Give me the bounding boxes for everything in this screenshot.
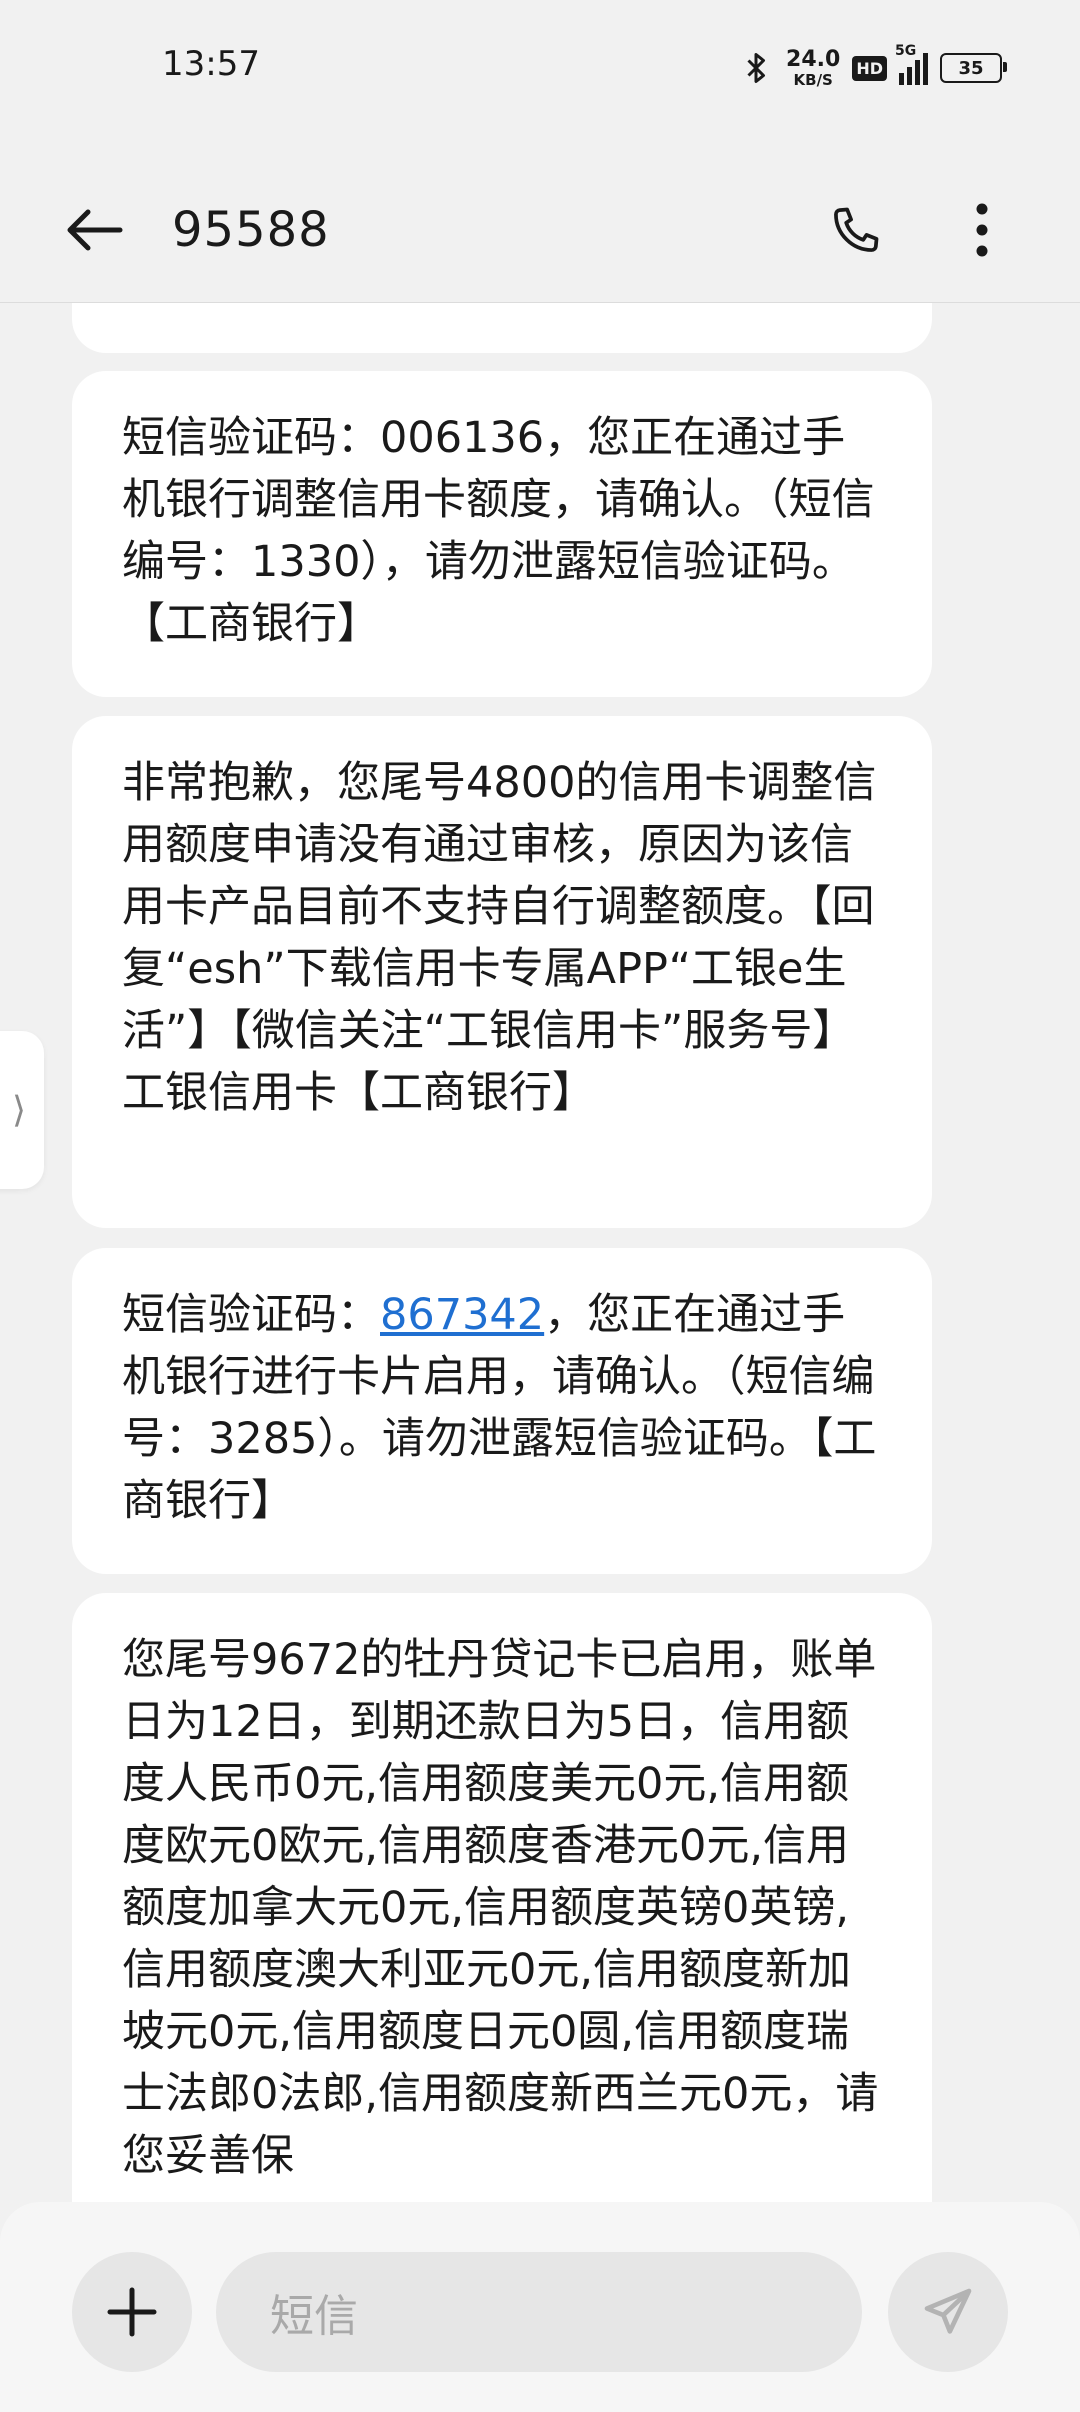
battery-icon: 35 xyxy=(940,53,1007,83)
send-button[interactable] xyxy=(888,2252,1008,2372)
message-bubble[interactable]: 短信验证码：867342，您正在通过手机银行进行卡片启用，请确认。（短信编号：3… xyxy=(72,1248,932,1574)
bluetooth-icon xyxy=(747,53,766,83)
message-text: 短信验证码： xyxy=(122,1290,380,1340)
verification-code-link[interactable]: 867342 xyxy=(380,1290,544,1340)
status-bar: 13:57 24.0 KB/S HD 5G 35 xyxy=(0,0,1080,140)
network-speed-unit: KB/S xyxy=(793,70,833,89)
message-bubble[interactable]: 短信验证码：006136，您正在通过手机银行调整信用卡额度，请确认。（短信编号：… xyxy=(72,371,932,697)
message-input[interactable]: 短信 xyxy=(216,2252,862,2372)
signal-icon: 5G xyxy=(895,43,928,85)
plus-icon xyxy=(107,2287,157,2337)
message-list[interactable]: 短信验证码：006136，您正在通过手机银行调整信用卡额度，请确认。（短信编号：… xyxy=(0,303,1080,2203)
side-panel-handle[interactable]: ⟩ xyxy=(0,1031,44,1189)
send-icon xyxy=(924,2288,972,2334)
message-text: 短信验证码：006136，您正在通过手机银行调整信用卡额度，请确认。（短信编号：… xyxy=(122,413,875,649)
status-time: 13:57 xyxy=(162,44,260,84)
network-speed: 24.0 KB/S xyxy=(786,46,841,89)
chevron-right-icon: ⟩ xyxy=(11,1089,27,1131)
message-bubble-partial[interactable] xyxy=(72,303,932,353)
message-text: 您尾号9672的牡丹贷记卡已启用，账单日为12日，到期还款日为5日，信用额度人民… xyxy=(122,1635,879,2181)
call-button[interactable] xyxy=(824,198,888,262)
message-input-placeholder: 短信 xyxy=(270,2291,358,2342)
phone-icon xyxy=(834,207,879,252)
message-text: 非常抱歉，您尾号4800的信用卡调整信用额度申请没有通过审核，原因为该信用卡产品… xyxy=(122,758,877,1118)
battery-level: 35 xyxy=(958,57,984,79)
back-button[interactable] xyxy=(62,200,126,260)
message-bubble[interactable]: 您尾号9672的牡丹贷记卡已启用，账单日为12日，到期还款日为5日，信用额度人民… xyxy=(72,1593,932,2203)
status-icons: 24.0 KB/S HD 5G 35 xyxy=(738,43,1007,90)
message-bubble[interactable]: 非常抱歉，您尾号4800的信用卡调整信用额度申请没有通过审核，原因为该信用卡产品… xyxy=(72,716,932,1228)
attach-button[interactable] xyxy=(72,2252,192,2372)
more-vertical-icon xyxy=(976,203,988,257)
conversation-header: 95588 xyxy=(0,160,1080,300)
conversation-title: 95588 xyxy=(172,202,330,258)
hd-icon: HD xyxy=(852,55,887,81)
network-type: 5G xyxy=(895,43,917,59)
compose-bar: 短信 xyxy=(0,2202,1080,2412)
back-arrow-icon xyxy=(67,209,123,251)
more-options-button[interactable] xyxy=(962,198,1002,262)
network-speed-value: 24.0 xyxy=(786,46,841,72)
